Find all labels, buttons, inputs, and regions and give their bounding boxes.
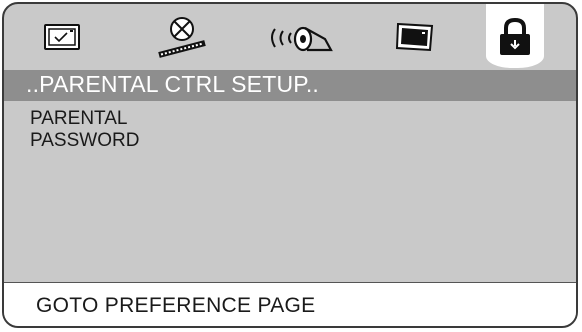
lock-icon[interactable] [494,12,536,62]
goto-preference-page-label: GOTO PREFERENCE PAGE [36,294,316,317]
menu-item-parental[interactable]: PARENTAL [30,108,139,130]
menu-list: PARENTAL PASSWORD [30,108,139,152]
speaker-audio-icon[interactable] [266,12,338,62]
menu-item-password[interactable]: PASSWORD [30,130,139,152]
page-title: ..PARENTAL CTRL SETUP.. [26,71,320,97]
page-title-bar: ..PARENTAL CTRL SETUP.. [4,70,576,101]
settings-tab-bar [4,4,576,68]
disc-reel-icon[interactable] [154,12,210,62]
tv-display-icon[interactable] [42,12,82,62]
osd-screen: ..PARENTAL CTRL SETUP.. PARENTAL PASSWOR… [2,2,578,328]
footer-bar[interactable]: GOTO PREFERENCE PAGE [4,282,576,326]
video-screen-icon[interactable] [392,12,438,62]
